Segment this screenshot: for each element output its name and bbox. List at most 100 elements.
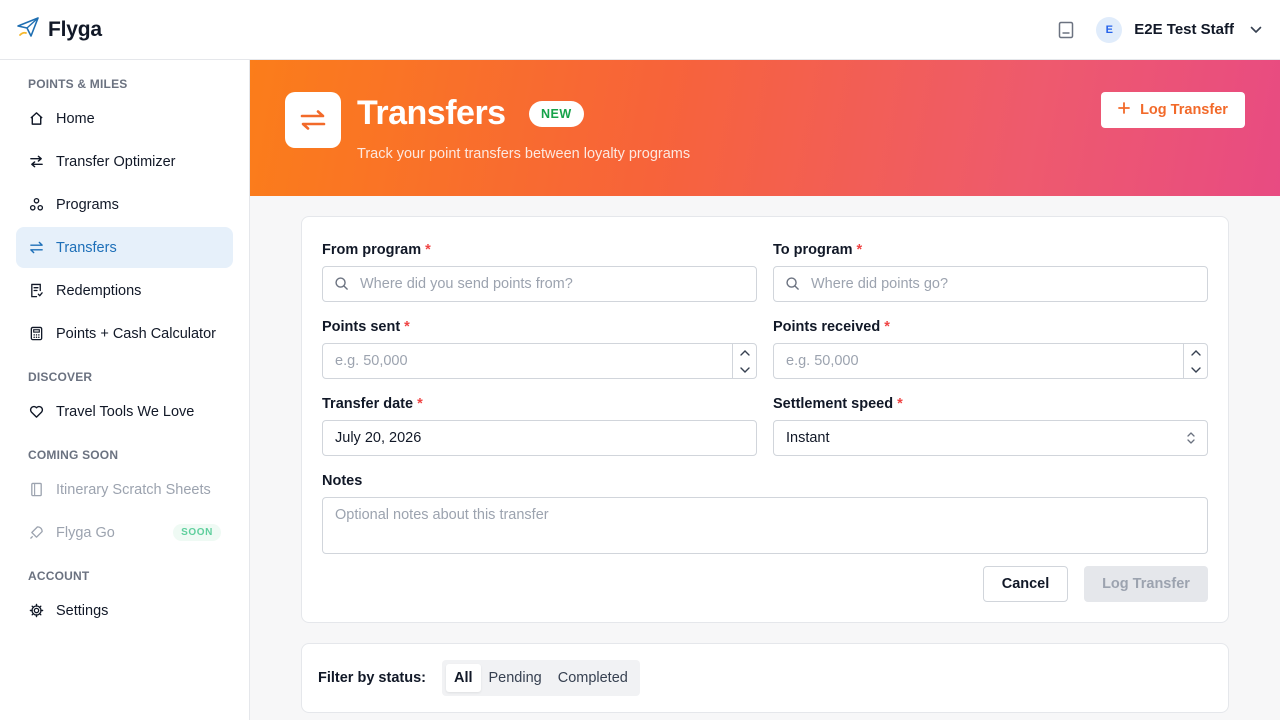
chevron-down-icon[interactable] bbox=[1248, 22, 1264, 38]
to-program-label: To program bbox=[773, 242, 853, 258]
transfer-form: From program * Where did you send points … bbox=[301, 216, 1229, 623]
points-received-input[interactable]: e.g. 50,000 bbox=[773, 343, 1208, 379]
section-title-discover: DISCOVER bbox=[28, 370, 93, 384]
notes-textarea[interactable]: Optional notes about this transfer bbox=[322, 497, 1208, 554]
user-area: E E2E Test Staff bbox=[1052, 16, 1264, 44]
to-program-placeholder: Where did points go? bbox=[811, 276, 949, 292]
points-received-label: Points received bbox=[773, 319, 881, 335]
filter-label: Filter by status: bbox=[318, 670, 426, 686]
transfer-date-field: Transfer date * July 20, 2026 bbox=[322, 394, 757, 456]
cancel-button[interactable]: Cancel bbox=[983, 566, 1068, 602]
search-icon bbox=[334, 276, 350, 292]
filter-pending[interactable]: Pending bbox=[481, 664, 550, 692]
status-filter: Filter by status: All Pending Completed bbox=[301, 643, 1229, 713]
soon-badge: SOON bbox=[173, 524, 221, 541]
settlement-speed-select[interactable]: Instant bbox=[773, 420, 1208, 456]
sidebar-item-label: Transfer Optimizer bbox=[56, 153, 176, 170]
filter-completed[interactable]: Completed bbox=[550, 664, 636, 692]
points-sent-placeholder: e.g. 50,000 bbox=[335, 353, 408, 369]
from-program-field: From program * Where did you send points … bbox=[322, 240, 757, 302]
to-program-input[interactable]: Where did points go? bbox=[773, 266, 1208, 302]
sidebar-item-label: Transfers bbox=[56, 239, 117, 256]
paper-plane-logo-icon bbox=[16, 15, 40, 44]
sidebar-item-home[interactable]: Home bbox=[16, 98, 233, 139]
chevron-up-icon[interactable] bbox=[733, 344, 756, 361]
status-segmented-control: All Pending Completed bbox=[441, 660, 640, 696]
rocket-icon bbox=[28, 525, 44, 541]
chevron-down-icon[interactable] bbox=[1184, 361, 1207, 378]
section-title-account: ACCOUNT bbox=[28, 569, 90, 583]
transfer-icon bbox=[28, 240, 44, 256]
required-mark: * bbox=[856, 242, 863, 258]
sidebar-item-label: Itinerary Scratch Sheets bbox=[56, 481, 211, 498]
points-sent-stepper bbox=[732, 344, 756, 378]
section-title-points-miles: POINTS & MILES bbox=[28, 77, 128, 91]
transfer-icon bbox=[285, 92, 341, 148]
page-title: Transfers bbox=[357, 94, 506, 132]
sidebar-item-label: Flyga Go bbox=[56, 524, 115, 541]
chevron-down-icon[interactable] bbox=[733, 361, 756, 378]
required-mark: * bbox=[897, 396, 903, 412]
transfer-date-label: Transfer date bbox=[322, 396, 414, 412]
main-content: Transfers NEW Track your point transfers… bbox=[250, 60, 1280, 720]
select-arrows-icon bbox=[1185, 431, 1197, 445]
notebook-icon bbox=[28, 482, 44, 498]
transfer-date-input[interactable]: July 20, 2026 bbox=[322, 420, 757, 456]
sidebar-item-label: Travel Tools We Love bbox=[56, 403, 195, 420]
arrows-left-right-icon bbox=[28, 154, 44, 170]
transfer-date-value: July 20, 2026 bbox=[335, 430, 422, 446]
sidebar-item-programs[interactable]: Programs bbox=[16, 184, 233, 225]
calculator-icon bbox=[28, 326, 44, 342]
receipt-icon bbox=[28, 283, 44, 299]
page-subtitle: Track your point transfers between loyal… bbox=[357, 146, 691, 162]
book-icon[interactable] bbox=[1052, 16, 1080, 44]
log-transfer-label: Log Transfer bbox=[1140, 102, 1228, 118]
sidebar-item-travel-tools[interactable]: Travel Tools We Love bbox=[16, 391, 233, 432]
sidebar-item-itinerary[interactable]: Itinerary Scratch Sheets bbox=[16, 469, 233, 510]
avatar[interactable]: E bbox=[1096, 16, 1123, 43]
required-mark: * bbox=[884, 319, 890, 335]
points-sent-input[interactable]: e.g. 50,000 bbox=[322, 343, 757, 379]
sidebar-item-redemptions[interactable]: Redemptions bbox=[16, 270, 233, 311]
from-program-input[interactable]: Where did you send points from? bbox=[322, 266, 757, 302]
section-title-coming-soon: COMING SOON bbox=[28, 448, 119, 462]
notes-field: Notes Optional notes about this transfer bbox=[322, 471, 1208, 554]
required-mark: * bbox=[404, 319, 410, 335]
notes-placeholder: Optional notes about this transfer bbox=[335, 507, 549, 523]
log-transfer-submit-button[interactable]: Log Transfer bbox=[1084, 566, 1208, 602]
settlement-speed-label: Settlement speed bbox=[773, 396, 894, 412]
sidebar-item-label: Settings bbox=[56, 602, 109, 619]
sidebar-item-label: Programs bbox=[56, 196, 119, 213]
new-badge: NEW bbox=[529, 101, 584, 127]
home-icon bbox=[28, 111, 44, 127]
app-name: Flyga bbox=[48, 17, 102, 41]
filter-all[interactable]: All bbox=[445, 664, 481, 692]
sidebar-item-label: Points + Cash Calculator bbox=[56, 325, 216, 342]
log-transfer-header-button[interactable]: Log Transfer bbox=[1101, 92, 1245, 128]
sidebar-item-calculator[interactable]: Points + Cash Calculator bbox=[16, 313, 233, 354]
programs-icon bbox=[28, 197, 44, 213]
sidebar-item-settings[interactable]: Settings bbox=[16, 590, 233, 631]
from-program-placeholder: Where did you send points from? bbox=[360, 276, 573, 292]
sidebar-item-transfers[interactable]: Transfers bbox=[16, 227, 233, 268]
sidebar-item-flyga-go[interactable]: Flyga Go SOON bbox=[16, 512, 233, 553]
points-sent-field: Points sent * e.g. 50,000 bbox=[322, 317, 757, 379]
sidebar-item-label: Home bbox=[56, 110, 95, 127]
notes-label: Notes bbox=[322, 473, 363, 489]
user-name[interactable]: E2E Test Staff bbox=[1134, 21, 1234, 38]
page-header: Transfers NEW Track your point transfers… bbox=[250, 60, 1280, 196]
to-program-field: To program * Where did points go? bbox=[773, 240, 1208, 302]
settlement-speed-field: Settlement speed * Instant bbox=[773, 394, 1208, 456]
points-received-placeholder: e.g. 50,000 bbox=[786, 353, 859, 369]
points-received-stepper bbox=[1183, 344, 1207, 378]
gear-icon bbox=[28, 603, 44, 619]
sidebar-item-transfer-optimizer[interactable]: Transfer Optimizer bbox=[16, 141, 233, 182]
brand[interactable]: Flyga bbox=[16, 15, 102, 44]
from-program-label: From program bbox=[322, 242, 422, 258]
points-sent-label: Points sent bbox=[322, 319, 401, 335]
heart-icon bbox=[28, 404, 44, 420]
sidebar: POINTS & MILES Home Transfer Optimizer P… bbox=[0, 60, 250, 720]
chevron-up-icon[interactable] bbox=[1184, 344, 1207, 361]
sidebar-item-label: Redemptions bbox=[56, 282, 142, 299]
search-icon bbox=[785, 276, 801, 292]
